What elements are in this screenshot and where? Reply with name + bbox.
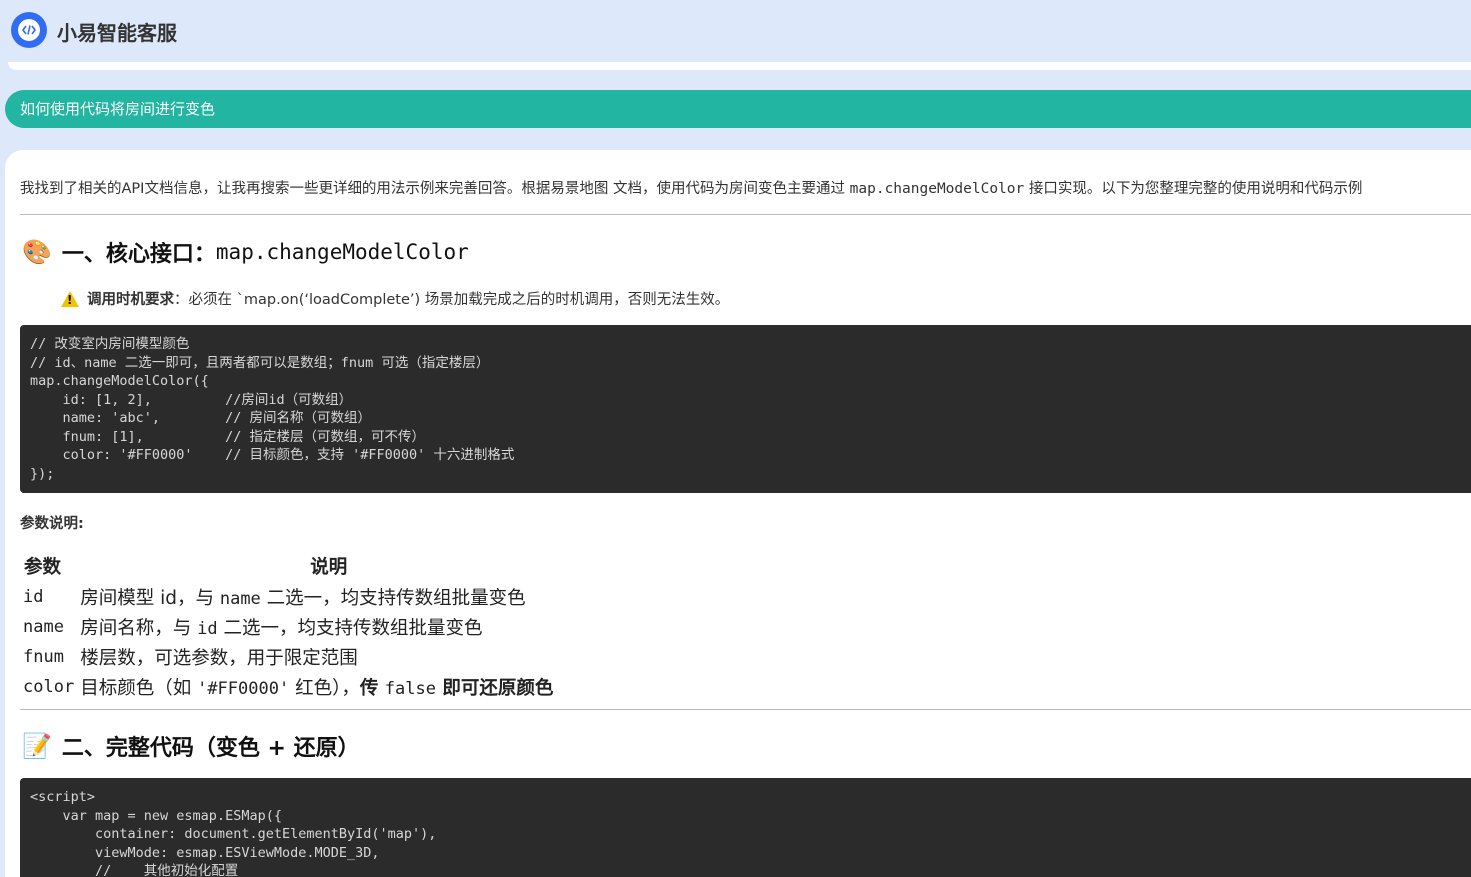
- section-heading-full-code: 📝 二、完整代码（变色 + 还原）: [22, 732, 360, 761]
- code-block-full-example[interactable]: <script> var map = new esmap.ESMap({ con…: [20, 778, 1471, 877]
- user-question-bubble: 如何使用代码将房间进行变色: [5, 90, 1471, 128]
- table-row: fnum 楼层数，可选参数，用于限定范围: [23, 647, 358, 669]
- params-table: 参数 说明 id 房间模型 id，与 name 二选一，均支持传数组批量变色 n…: [20, 550, 556, 702]
- inline-code: map.changeModelColor: [849, 181, 1025, 197]
- code-block-change-color[interactable]: // 改变室内房间模型颜色 // id、name 二选一即可，且两者都可以是数组…: [20, 325, 1471, 493]
- table-header-desc: 说明: [310, 557, 348, 578]
- table-row: color 目标颜色（如 '#FF0000' 红色），传 false 即可还原颜…: [23, 677, 554, 699]
- palette-icon: 🎨: [22, 238, 52, 266]
- divider: [20, 709, 1471, 710]
- warning-icon: [61, 290, 79, 307]
- assistant-answer: 我找到了相关的API文档信息，让我再搜索一些更详细的用法示例来完善回答。根据易景…: [5, 150, 1471, 877]
- previous-message-edge: [8, 62, 1471, 70]
- table-header-param: 参数: [24, 557, 62, 578]
- warning-note: 调用时机要求：必须在 `map.on(‘loadComplete’) 场景加载完…: [61, 288, 729, 309]
- section-heading-core-api: 🎨 一、核心接口： map.changeModelColor: [22, 238, 469, 267]
- answer-intro: 我找到了相关的API文档信息，让我再搜索一些更详细的用法示例来完善回答。根据易景…: [20, 181, 1363, 197]
- app-title: 小易智能客服: [57, 21, 177, 45]
- params-title: 参数说明:: [20, 516, 84, 532]
- table-row: id 房间模型 id，与 name 二选一，均支持传数组批量变色: [23, 587, 526, 609]
- app-header: 小易智能客服: [0, 0, 1471, 62]
- memo-icon: 📝: [22, 732, 52, 760]
- table-row: name 房间名称，与 id 二选一，均支持传数组批量变色: [23, 617, 483, 639]
- code-icon: [11, 12, 47, 48]
- divider: [20, 214, 1471, 215]
